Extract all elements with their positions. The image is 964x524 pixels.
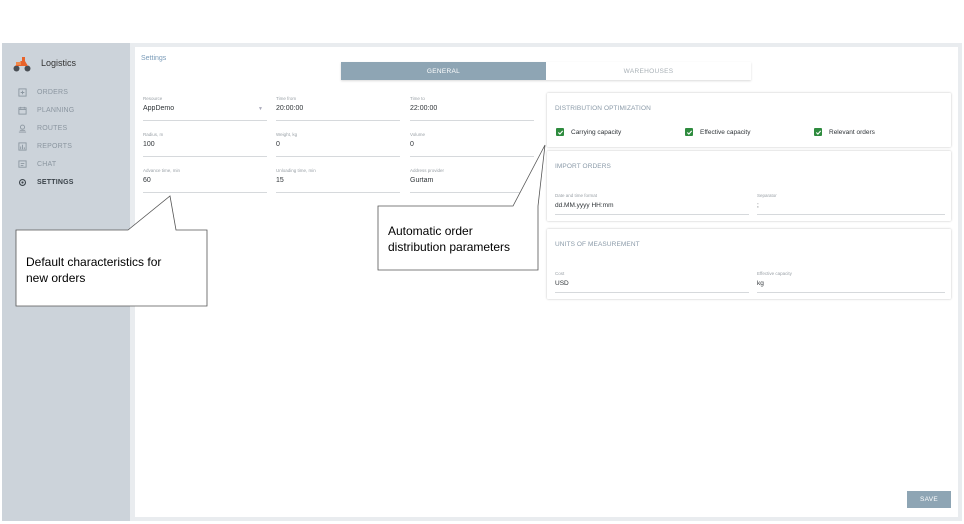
- callout-line: new orders: [26, 271, 86, 285]
- callout-line: Default characteristics for: [26, 255, 162, 269]
- callout-distribution-text: Automatic order distribution parameters: [388, 223, 510, 255]
- callout-defaults-text: Default characteristics for new orders: [26, 254, 161, 286]
- callout-defaults-shape: [15, 195, 208, 307]
- callout-line: distribution parameters: [388, 240, 511, 254]
- callout-line: Automatic order: [388, 224, 473, 238]
